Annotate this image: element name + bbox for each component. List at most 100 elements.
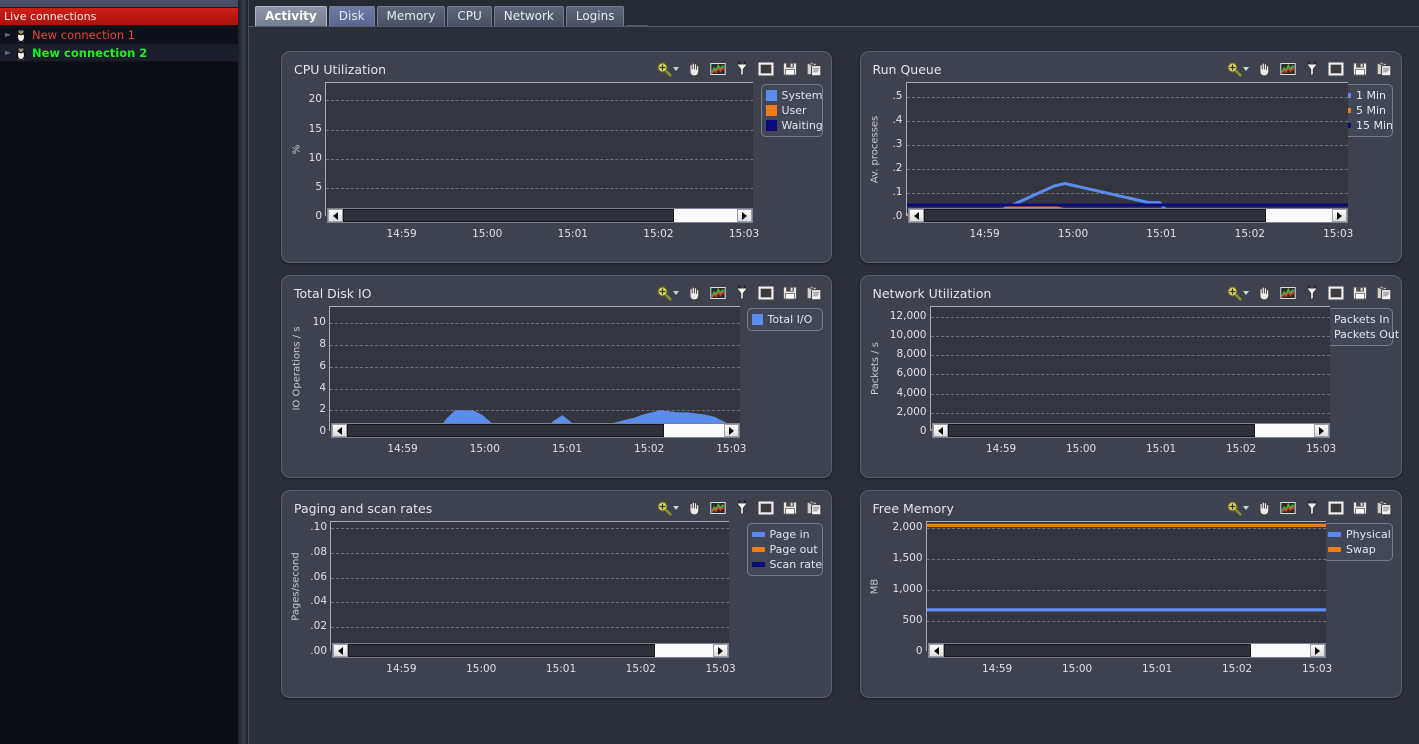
clipboard-icon[interactable] xyxy=(1375,499,1393,517)
tab-activity[interactable]: Activity xyxy=(255,6,327,26)
clipboard-icon[interactable] xyxy=(805,60,823,78)
chevron-down-icon[interactable] xyxy=(1243,67,1249,71)
chevron-down-icon[interactable] xyxy=(672,506,679,510)
hand-icon[interactable] xyxy=(685,284,703,302)
zoom-button-group[interactable] xyxy=(655,284,679,302)
legend-item[interactable]: Total I/O xyxy=(751,312,817,327)
line-chart-icon[interactable] xyxy=(1279,60,1297,78)
scroll-track[interactable] xyxy=(343,209,737,222)
zoom-icon[interactable] xyxy=(1225,499,1243,517)
sidebar-splitter[interactable] xyxy=(238,0,248,744)
chart-horizontal-scrollbar[interactable] xyxy=(327,208,753,223)
line-chart-icon[interactable] xyxy=(709,284,727,302)
chart-horizontal-scrollbar[interactable] xyxy=(907,208,1348,223)
tab-disk[interactable]: Disk xyxy=(328,6,375,26)
line-chart-icon[interactable] xyxy=(1279,284,1297,302)
scroll-left-button[interactable] xyxy=(928,644,944,657)
tab-network[interactable]: Network xyxy=(493,6,564,26)
scroll-thumb[interactable] xyxy=(347,424,664,437)
scroll-right-button[interactable] xyxy=(713,644,728,657)
clipboard-icon[interactable] xyxy=(1375,60,1393,78)
scroll-left-button[interactable] xyxy=(908,209,924,222)
clipboard-icon[interactable] xyxy=(805,499,823,517)
zoom-icon[interactable] xyxy=(655,284,673,302)
chevron-down-icon[interactable] xyxy=(1243,291,1249,295)
floppy-disk-icon[interactable] xyxy=(781,499,799,517)
scroll-thumb[interactable] xyxy=(343,209,674,222)
hand-icon[interactable] xyxy=(1255,284,1273,302)
scroll-left-button[interactable] xyxy=(932,424,948,437)
zoom-icon[interactable] xyxy=(655,499,673,517)
hand-icon[interactable] xyxy=(685,499,703,517)
funnel-icon[interactable] xyxy=(1303,60,1321,78)
scroll-right-button[interactable] xyxy=(737,209,752,222)
window-icon[interactable] xyxy=(1327,284,1345,302)
chart-horizontal-scrollbar[interactable] xyxy=(332,643,729,658)
legend-item[interactable]: Page out xyxy=(751,542,818,557)
floppy-disk-icon[interactable] xyxy=(1351,60,1369,78)
line-chart-icon[interactable] xyxy=(709,499,727,517)
line-chart-icon[interactable] xyxy=(1279,499,1297,517)
scroll-left-button[interactable] xyxy=(333,644,348,657)
zoom-button-group[interactable] xyxy=(1225,60,1249,78)
scroll-thumb[interactable] xyxy=(923,209,1267,222)
scroll-right-button[interactable] xyxy=(1313,424,1329,437)
floppy-disk-icon[interactable] xyxy=(781,284,799,302)
scroll-right-button[interactable] xyxy=(1331,209,1347,222)
chevron-down-icon[interactable] xyxy=(1243,506,1249,510)
expand-arrow-icon[interactable]: ► xyxy=(2,48,14,57)
scroll-track[interactable] xyxy=(943,644,1310,657)
clipboard-icon[interactable] xyxy=(1375,284,1393,302)
scroll-thumb[interactable] xyxy=(348,644,655,657)
floppy-disk-icon[interactable] xyxy=(1351,284,1369,302)
scroll-right-button[interactable] xyxy=(724,424,739,437)
window-icon[interactable] xyxy=(1327,60,1345,78)
tab-logins[interactable]: Logins xyxy=(565,6,625,26)
scroll-track[interactable] xyxy=(348,644,713,657)
zoom-icon[interactable] xyxy=(1225,284,1243,302)
chart-horizontal-scrollbar[interactable] xyxy=(927,643,1326,658)
window-icon[interactable] xyxy=(1327,499,1345,517)
scroll-left-button[interactable] xyxy=(328,209,343,222)
floppy-disk-icon[interactable] xyxy=(1351,499,1369,517)
window-icon[interactable] xyxy=(757,284,775,302)
line-chart-icon[interactable] xyxy=(709,60,727,78)
sidebar-item-new-connection-1[interactable]: ► New connection 1 xyxy=(0,26,238,44)
funnel-icon[interactable] xyxy=(733,284,751,302)
funnel-icon[interactable] xyxy=(733,60,751,78)
zoom-icon[interactable] xyxy=(655,60,673,78)
hand-icon[interactable] xyxy=(1255,60,1273,78)
zoom-button-group[interactable] xyxy=(655,499,679,517)
funnel-icon[interactable] xyxy=(733,499,751,517)
chevron-down-icon[interactable] xyxy=(672,67,679,71)
window-icon[interactable] xyxy=(757,499,775,517)
scroll-thumb[interactable] xyxy=(947,424,1255,437)
chart-horizontal-scrollbar[interactable] xyxy=(931,423,1330,438)
scroll-track[interactable] xyxy=(947,424,1314,437)
zoom-icon[interactable] xyxy=(1225,60,1243,78)
scroll-track[interactable] xyxy=(347,424,724,437)
sidebar-item-new-connection-2[interactable]: ► New connection 2 xyxy=(0,44,238,62)
scroll-track[interactable] xyxy=(923,209,1332,222)
scroll-right-button[interactable] xyxy=(1309,644,1325,657)
legend-item[interactable]: Scan rate xyxy=(751,557,822,572)
chart-horizontal-scrollbar[interactable] xyxy=(331,423,740,438)
scroll-left-button[interactable] xyxy=(332,424,347,437)
legend-item[interactable]: Physical xyxy=(1328,527,1391,542)
zoom-button-group[interactable] xyxy=(1225,284,1249,302)
hand-icon[interactable] xyxy=(685,60,703,78)
hand-icon[interactable] xyxy=(1255,499,1273,517)
legend-item[interactable]: Swap xyxy=(1328,542,1387,557)
funnel-icon[interactable] xyxy=(1303,499,1321,517)
tab-cpu[interactable]: CPU xyxy=(447,6,492,26)
tab-memory[interactable]: Memory xyxy=(376,6,446,26)
expand-arrow-icon[interactable]: ► xyxy=(2,30,14,39)
legend-item[interactable]: Page in xyxy=(751,527,817,542)
window-icon[interactable] xyxy=(757,60,775,78)
legend-item[interactable]: System xyxy=(765,88,823,103)
scroll-thumb[interactable] xyxy=(943,644,1251,657)
clipboard-icon[interactable] xyxy=(805,284,823,302)
floppy-disk-icon[interactable] xyxy=(781,60,799,78)
legend-item[interactable]: User xyxy=(765,103,817,118)
zoom-button-group[interactable] xyxy=(1225,499,1249,517)
